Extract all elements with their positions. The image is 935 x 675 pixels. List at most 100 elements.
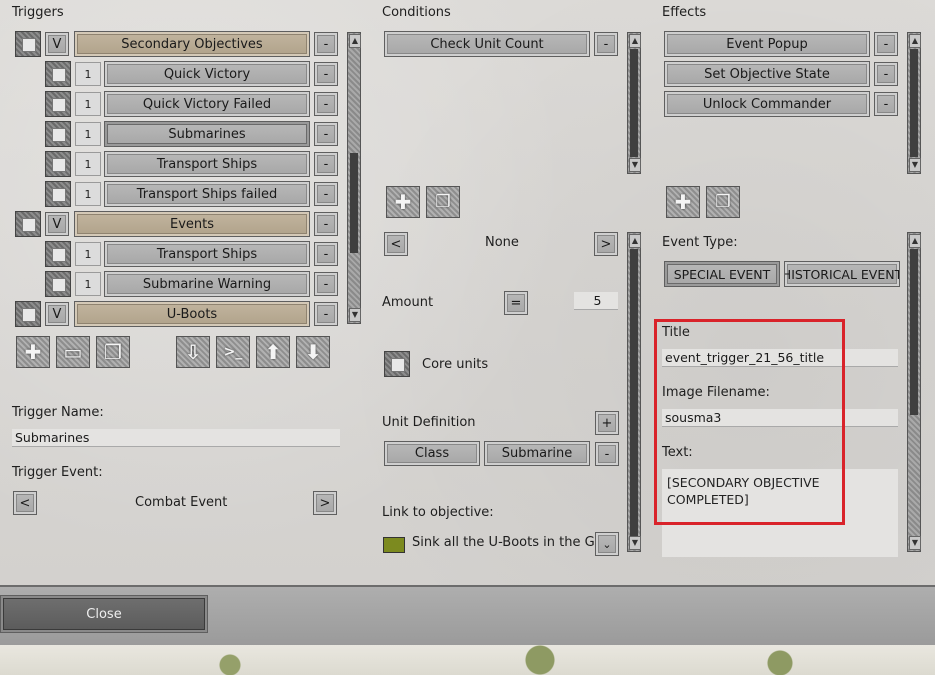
trigger-item[interactable]: Quick Victory Failed	[104, 91, 310, 117]
trigger-event-prev-button[interactable]: <	[13, 491, 37, 515]
objective-color-swatch	[383, 537, 405, 553]
trigger-remove-button[interactable]: -	[314, 92, 338, 116]
trigger-event-value: Combat Event	[135, 495, 228, 510]
scroll-down-icon[interactable]: ▼	[349, 308, 361, 322]
scroll-thumb[interactable]	[910, 49, 918, 157]
scroll-thumb[interactable]	[630, 49, 638, 157]
trigger-remove-button[interactable]: -	[314, 242, 338, 266]
trigger-item[interactable]: Submarines	[104, 121, 310, 147]
trigger-group-item[interactable]: U-Boots	[74, 301, 310, 327]
copy-effect-icon[interactable]: ❐	[706, 186, 740, 218]
link-objective-label: Link to objective:	[382, 505, 494, 520]
amount-input[interactable]: 5	[574, 292, 618, 310]
add-icon[interactable]: ✚	[16, 336, 50, 368]
trigger-checkbox[interactable]	[15, 211, 41, 237]
link-objective-dropdown-icon[interactable]: ⌄	[595, 532, 619, 556]
trigger-checkbox[interactable]	[45, 91, 71, 117]
trigger-remove-button[interactable]: -	[314, 212, 338, 236]
trigger-checkbox[interactable]	[45, 271, 71, 297]
conditions-scrollbar[interactable]: ▲ ▼	[627, 32, 641, 174]
effect-remove-button[interactable]: -	[874, 92, 898, 116]
conditions-header: Conditions	[382, 5, 451, 20]
effect-remove-button[interactable]: -	[874, 32, 898, 56]
condition-item-check-unit-count[interactable]: Check Unit Count	[384, 31, 590, 57]
trigger-list-scrollbar[interactable]: ▲ ▼	[347, 32, 361, 324]
trigger-remove-button[interactable]: -	[314, 272, 338, 296]
trigger-checkbox[interactable]	[45, 61, 71, 87]
effect-item[interactable]: Unlock Commander	[664, 91, 870, 117]
trigger-checkbox[interactable]	[15, 301, 41, 327]
scroll-down-icon[interactable]: ▼	[629, 158, 641, 172]
effects-scrollbar[interactable]: ▲ ▼	[907, 32, 921, 174]
unit-definition-class-cell[interactable]: Class	[384, 441, 480, 466]
condition-type-next-button[interactable]: >	[594, 232, 618, 256]
condition-remove-button[interactable]: -	[594, 32, 618, 56]
scroll-up-icon[interactable]: ▲	[909, 34, 921, 48]
trigger-item[interactable]: Transport Ships	[104, 151, 310, 177]
condition-type-prev-button[interactable]: <	[384, 232, 408, 256]
effect-remove-button[interactable]: -	[874, 62, 898, 86]
scroll-up-icon[interactable]: ▲	[909, 234, 921, 248]
unit-definition-remove-button[interactable]: -	[595, 442, 619, 466]
trigger-group-item[interactable]: Events	[74, 211, 310, 237]
scroll-thumb[interactable]	[910, 249, 918, 415]
trigger-group-item[interactable]: Secondary Objectives	[74, 31, 310, 57]
trigger-item[interactable]: Transport Ships	[104, 241, 310, 267]
scroll-down-icon[interactable]: ▼	[909, 536, 921, 550]
core-units-checkbox[interactable]	[384, 351, 410, 377]
trigger-repeat-count: 1	[75, 272, 101, 296]
trigger-repeat-count: 1	[75, 92, 101, 116]
import-icon[interactable]: ⇩	[176, 336, 210, 368]
trigger-event-next-button[interactable]: >	[313, 491, 337, 515]
copy-condition-icon[interactable]: ❐	[426, 186, 460, 218]
scroll-down-icon[interactable]: ▼	[909, 158, 921, 172]
unit-definition-add-button[interactable]: +	[595, 411, 619, 435]
trigger-checkbox[interactable]	[45, 241, 71, 267]
folder-icon[interactable]: ▭	[56, 336, 90, 368]
console-icon[interactable]: >_	[216, 336, 250, 368]
add-condition-icon[interactable]: ✚	[386, 186, 420, 218]
scroll-thumb[interactable]	[350, 153, 358, 253]
group-toggle-button[interactable]: V	[45, 212, 69, 236]
unit-definition-label: Unit Definition	[382, 415, 476, 430]
link-objective-value[interactable]: Sink all the U-Boots in the Golf	[412, 535, 594, 550]
trigger-repeat-count: 1	[75, 182, 101, 206]
group-toggle-button[interactable]: V	[45, 32, 69, 56]
arrow-up-icon[interactable]: ⬆	[256, 336, 290, 368]
trigger-remove-button[interactable]: -	[314, 302, 338, 326]
effect-item[interactable]: Event Popup	[664, 31, 870, 57]
trigger-remove-button[interactable]: -	[314, 122, 338, 146]
trigger-checkbox[interactable]	[45, 181, 71, 207]
trigger-name-input[interactable]: Submarines	[12, 429, 340, 447]
condition-editor-scrollbar[interactable]: ▲ ▼	[627, 232, 641, 552]
scroll-up-icon[interactable]: ▲	[349, 34, 361, 48]
trigger-remove-button[interactable]: -	[314, 62, 338, 86]
amount-label: Amount	[382, 295, 434, 310]
scroll-thumb[interactable]	[630, 249, 638, 539]
trigger-remove-button[interactable]: -	[314, 182, 338, 206]
trigger-remove-button[interactable]: -	[314, 152, 338, 176]
trigger-checkbox[interactable]	[45, 151, 71, 177]
copy-icon[interactable]: ❐	[96, 336, 130, 368]
trigger-item[interactable]: Transport Ships failed	[104, 181, 310, 207]
bottom-bar: Close	[0, 585, 935, 647]
unit-definition-value-cell[interactable]: Submarine	[484, 441, 590, 466]
trigger-remove-button[interactable]: -	[314, 32, 338, 56]
event-type-historical-button[interactable]: HISTORICAL EVENT	[784, 261, 900, 287]
scroll-up-icon[interactable]: ▲	[629, 34, 641, 48]
trigger-item[interactable]: Quick Victory	[104, 61, 310, 87]
trigger-checkbox[interactable]	[45, 121, 71, 147]
amount-operator-button[interactable]: =	[504, 291, 528, 315]
effect-editor-scrollbar[interactable]: ▲ ▼	[907, 232, 921, 552]
arrow-down-icon[interactable]: ⬇	[296, 336, 330, 368]
scroll-down-icon[interactable]: ▼	[629, 536, 641, 550]
add-effect-icon[interactable]: ✚	[666, 186, 700, 218]
event-type-special-button[interactable]: SPECIAL EVENT	[664, 261, 780, 287]
trigger-item[interactable]: Submarine Warning	[104, 271, 310, 297]
scroll-up-icon[interactable]: ▲	[629, 234, 641, 248]
close-button[interactable]: Close	[0, 595, 208, 633]
group-toggle-button[interactable]: V	[45, 302, 69, 326]
trigger-checkbox[interactable]	[15, 31, 41, 57]
effect-item[interactable]: Set Objective State	[664, 61, 870, 87]
trigger-repeat-count: 1	[75, 242, 101, 266]
